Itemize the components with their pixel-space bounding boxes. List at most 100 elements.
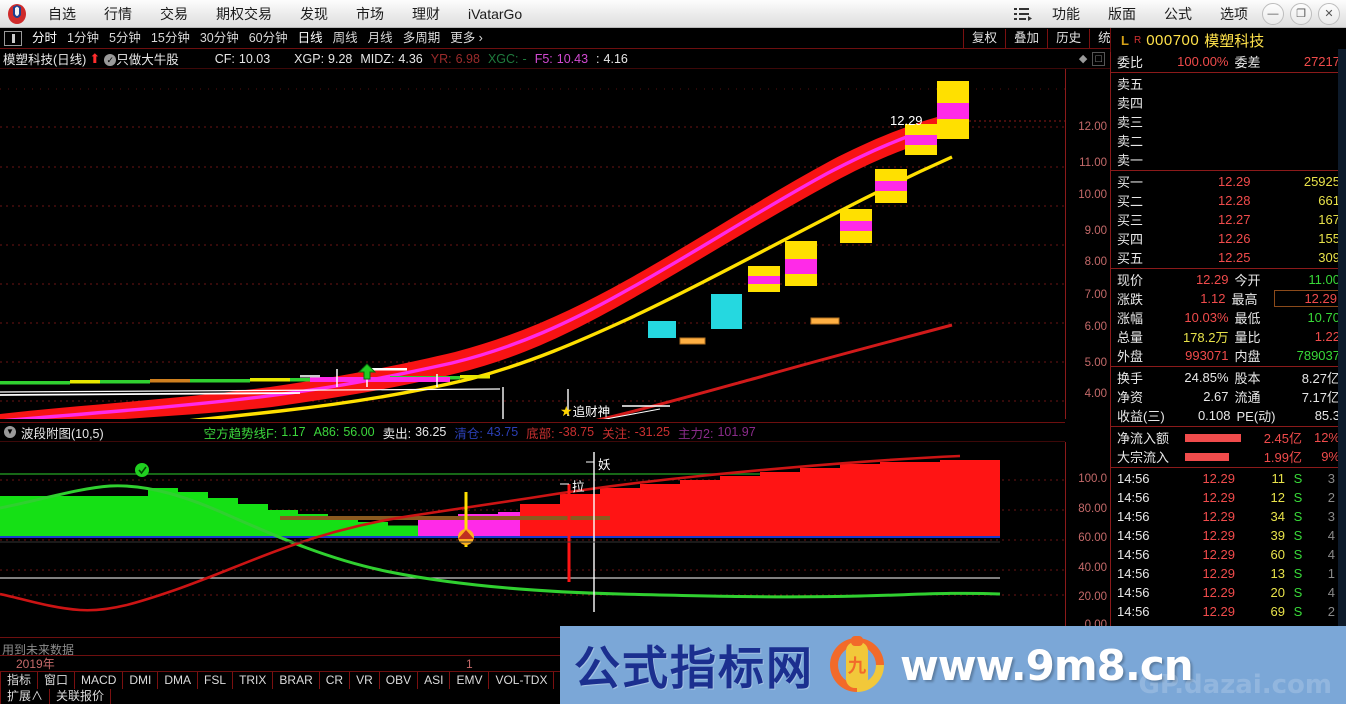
stock-name: 模塑科技 xyxy=(1204,32,1265,50)
menu-item-hangqing[interactable]: 行情 xyxy=(90,0,146,28)
stat-row-change: 涨跌 1.12 最高 12.29 xyxy=(1111,289,1346,308)
collapse-circle-icon[interactable]: ▼ xyxy=(4,426,16,438)
tab-brar[interactable]: BRAR xyxy=(273,672,320,689)
tick-volume: 69 xyxy=(1270,604,1285,619)
shares-value: 8.27亿 xyxy=(1301,371,1340,386)
period-weekly[interactable]: 周线 xyxy=(328,28,363,49)
menu-item-xuanxiang[interactable]: 选项 xyxy=(1206,0,1262,28)
net-asset-value: 2.67 xyxy=(1203,389,1229,404)
period-multi[interactable]: 多周期 xyxy=(398,28,446,49)
tool-diejia[interactable]: 叠加 xyxy=(1005,28,1047,48)
indicator-info-line: 模塑科技(日线) ⬆ ✓ 只做大牛股 CF: 10.03 XGP: 9.28 M… xyxy=(0,49,1110,69)
period-1min[interactable]: 1分钟 xyxy=(62,28,104,49)
tab-cr[interactable]: CR xyxy=(320,672,351,689)
tab-trix[interactable]: TRIX xyxy=(233,672,274,689)
tab-vr[interactable]: VR xyxy=(350,672,380,689)
table-row[interactable]: 14:56 12.29 34 S 3 xyxy=(1111,507,1346,526)
close-button[interactable]: ✕ xyxy=(1318,2,1340,25)
ask-row-4[interactable]: 卖四 xyxy=(1111,93,1346,112)
restore-button[interactable]: ❐ xyxy=(1290,2,1312,25)
tab-asi[interactable]: ASI xyxy=(418,672,451,689)
sub-main2-label: 主力2: xyxy=(678,426,714,441)
table-row[interactable]: 14:56 12.29 12 S 2 xyxy=(1111,488,1346,507)
period-monthly[interactable]: 月线 xyxy=(363,28,398,49)
table-row[interactable]: 14:56 12.29 13 S 1 xyxy=(1111,564,1346,583)
check-circle-icon[interactable]: ✓ xyxy=(104,53,117,66)
tab-fsl[interactable]: FSL xyxy=(198,672,234,689)
divider xyxy=(1111,72,1346,73)
menu-item-qiquanjiaoyi[interactable]: 期权交易 xyxy=(202,0,286,28)
table-row[interactable]: 14:56 12.29 60 S 4 xyxy=(1111,545,1346,564)
ask-row-3[interactable]: 卖三 xyxy=(1111,112,1346,131)
table-row[interactable]: 14:56 12.29 11 S 3 xyxy=(1111,469,1346,488)
sub-indicator-chart[interactable]: 拉 妖 xyxy=(0,442,1065,637)
tab-vol-tdx[interactable]: VOL-TDX xyxy=(489,672,555,689)
tab-kuozhan[interactable]: 扩展∧ xyxy=(0,689,51,704)
price-tick: 11.00 xyxy=(1079,157,1107,169)
period-30min[interactable]: 30分钟 xyxy=(195,28,244,49)
minimize-button[interactable]: — xyxy=(1262,2,1284,25)
ask-row-2[interactable]: 卖二 xyxy=(1111,131,1346,150)
tab-zhibiao[interactable]: 指标 xyxy=(0,672,39,689)
change-pct-value: 10.03% xyxy=(1184,310,1229,325)
panel-toggle-icon[interactable] xyxy=(4,30,22,46)
period-fenshi[interactable]: 分时 xyxy=(27,28,62,49)
menu-item-gongneng[interactable]: 功能 xyxy=(1038,0,1094,28)
turnover-label: 换手 xyxy=(1117,371,1144,386)
info-xgp-value: 9.28 xyxy=(328,51,353,66)
total-volume-label: 总量 xyxy=(1117,330,1144,345)
tick-table[interactable]: 14:56 12.29 11 S 3 14:56 12.29 12 S 2 14… xyxy=(1111,469,1346,640)
star-icon: ★ xyxy=(497,416,510,419)
info-extra-label: : xyxy=(596,51,600,66)
price-tick: 5.00 xyxy=(1084,357,1107,369)
period-15min[interactable]: 15分钟 xyxy=(146,28,195,49)
period-60min[interactable]: 60分钟 xyxy=(244,28,293,49)
menu-item-jiaoyi[interactable]: 交易 xyxy=(146,0,202,28)
bid-row-4[interactable]: 买四 12.26 155 xyxy=(1111,229,1346,248)
tool-lishi[interactable]: 历史 xyxy=(1047,28,1089,48)
period-5min[interactable]: 5分钟 xyxy=(104,28,146,49)
tab-dma[interactable]: DMA xyxy=(158,672,199,689)
bid-row-5[interactable]: 买五 12.25 309 xyxy=(1111,248,1346,267)
bid-row-2[interactable]: 买二 12.28 661 xyxy=(1111,191,1346,210)
menu-item-ivatargo[interactable]: iVatarGo xyxy=(454,0,536,28)
tab-macd[interactable]: MACD xyxy=(75,672,124,689)
tab-obv[interactable]: OBV xyxy=(380,672,419,689)
menu-item-licai[interactable]: 理财 xyxy=(398,0,454,28)
eps-label: 收益(三) xyxy=(1117,409,1165,424)
list-menu-icon[interactable] xyxy=(1008,0,1038,28)
tab-dmi[interactable]: DMI xyxy=(123,672,159,689)
table-row[interactable]: 14:56 12.29 20 S 4 xyxy=(1111,583,1346,602)
table-row[interactable]: 14:56 12.29 69 S 2 xyxy=(1111,602,1346,621)
menu-item-zixuan[interactable]: 自选 xyxy=(34,0,90,28)
info-cf-label: CF: xyxy=(214,51,235,66)
change-label: 涨跌 xyxy=(1117,292,1144,307)
period-more[interactable]: 更多 › xyxy=(445,28,488,49)
vertical-scrollbar[interactable] xyxy=(1338,49,1346,637)
menu-item-faxian[interactable]: 发现 xyxy=(286,0,342,28)
volume-ratio-label: 量比 xyxy=(1234,330,1261,345)
bid-row-3[interactable]: 买三 12.27 167 xyxy=(1111,210,1346,229)
period-daily[interactable]: 日线 xyxy=(293,28,328,49)
tab-emv[interactable]: EMV xyxy=(450,672,490,689)
menu-item-gongshi[interactable]: 公式 xyxy=(1150,0,1206,28)
tab-guanlianbaojia[interactable]: 关联报价 xyxy=(50,689,112,704)
tick-side: S xyxy=(1293,509,1303,524)
tick-price: 12.29 xyxy=(1202,528,1235,543)
tab-chuangkou[interactable]: 窗口 xyxy=(38,672,76,689)
sub-a86-value: 56.00 xyxy=(343,425,375,439)
bid-row-1[interactable]: 买一 12.29 25925 xyxy=(1111,172,1346,191)
menu-item-shichang[interactable]: 市场 xyxy=(342,0,398,28)
ask-row-5[interactable]: 卖五 xyxy=(1111,74,1346,93)
info-yr-value: 6.98 xyxy=(455,51,480,66)
main-price-chart[interactable]: ★开天眼 ★追财神 突破捉妖 4: 3.03 用到未来数据 榜 12.29 xyxy=(0,69,1065,419)
quote-panel: 委比 100.00% 委差 27217 卖五 卖四 卖三 卖二 卖一 买一 12… xyxy=(1110,52,1346,640)
chart-settings-icon[interactable]: ◆ xyxy=(1079,52,1087,65)
tick-price: 12.29 xyxy=(1202,547,1235,562)
chart-expand-icon[interactable]: □ xyxy=(1092,51,1105,66)
menu-item-banmian[interactable]: 版面 xyxy=(1094,0,1150,28)
trading-app-window: 自选 行情 交易 期权交易 发现 市场 理财 iVatarGo 功能 版面 公式… xyxy=(0,0,1346,704)
tool-fuquan[interactable]: 复权 xyxy=(963,28,1005,48)
ask-row-1[interactable]: 卖一 xyxy=(1111,150,1346,169)
table-row[interactable]: 14:56 12.29 39 S 4 xyxy=(1111,526,1346,545)
